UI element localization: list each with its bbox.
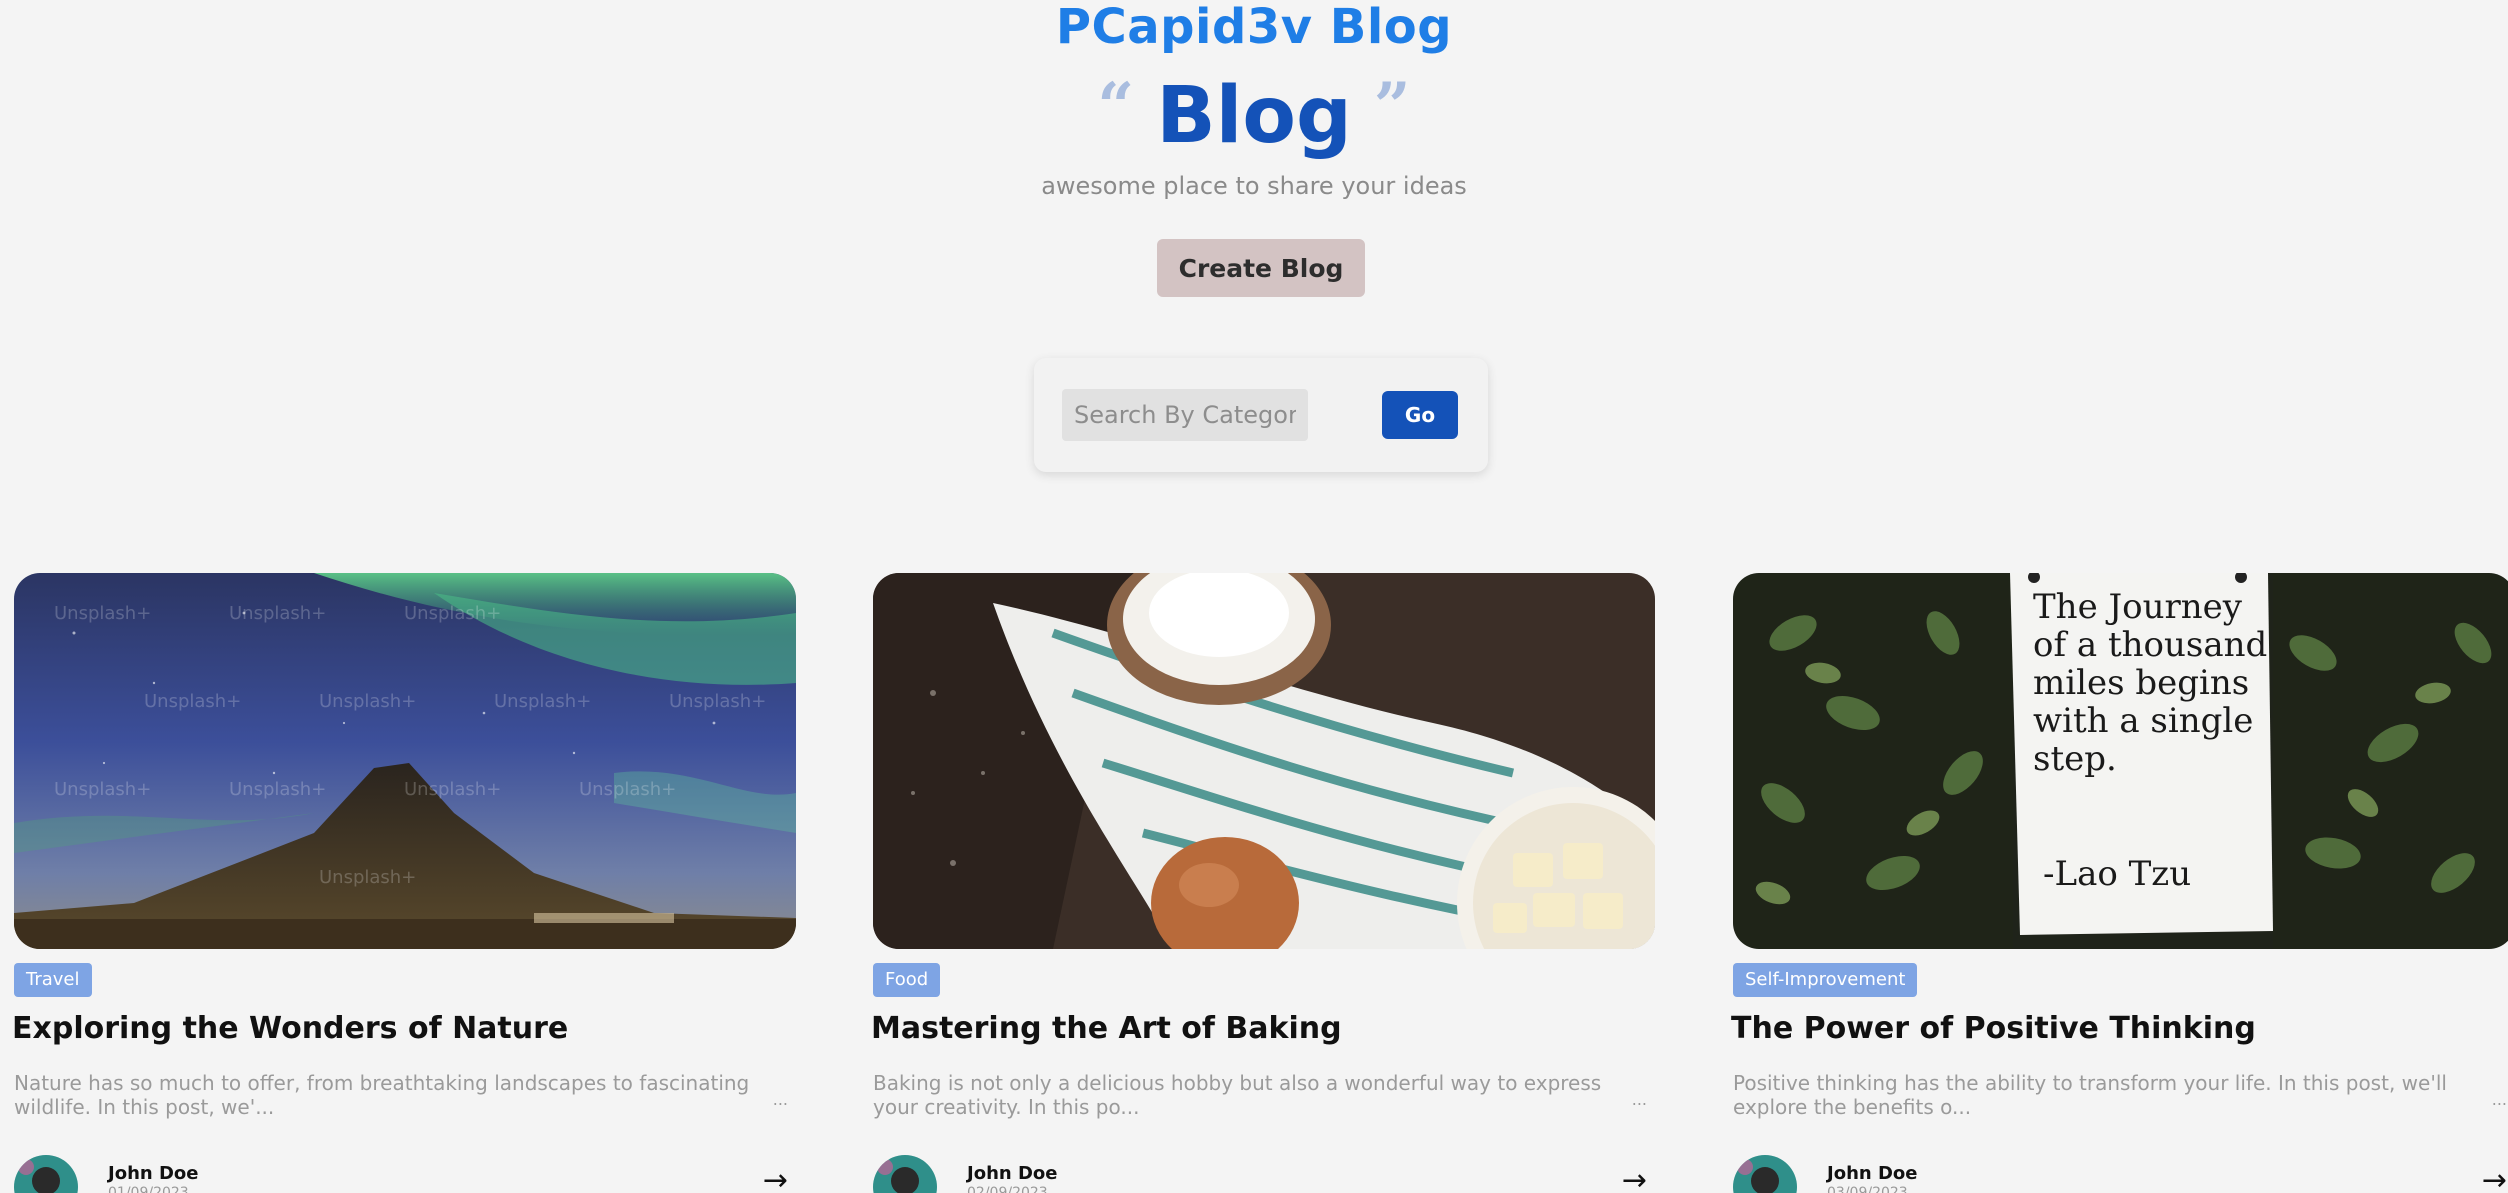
watermark-text: Unsplash+ [229,779,326,800]
post-title[interactable]: Mastering the Art of Baking [871,1011,1342,1046]
post-title[interactable]: The Power of Positive Thinking [1731,1011,2256,1046]
post-card-food[interactable]: Food Mastering the Art of Baking Baking … [871,573,1655,1193]
close-quote-icon: ” [1373,69,1411,144]
post-image-baking[interactable] [873,573,1655,949]
watermark-text: Unsplash+ [404,603,501,624]
post-excerpt: Positive thinking has the ability to tra… [1733,1071,2447,1119]
sign-line: -Lao Tzu [2043,854,2191,894]
author-name: John Doe [967,1163,1058,1184]
author-avatar [14,1155,78,1193]
post-card-travel[interactable]: Unsplash+ Unsplash+ Unsplash+ Unsplash+ … [12,573,796,1193]
author-name: John Doe [108,1163,199,1184]
tagline: awesome place to share your ideas [1041,172,1467,200]
watermark-text: Unsplash+ [494,691,591,712]
sign-line: The Journey [2033,587,2243,627]
watermark-text: Unsplash+ [319,867,416,888]
read-more-arrow-icon[interactable]: → [763,1163,788,1193]
open-quote-icon: “ [1097,69,1135,144]
watermark-text: Unsplash+ [54,603,151,624]
blog-page: PCapid3v Blog “ Blog ” awesome place to sh… [0,0,2508,1193]
hero-title-text: Blog [1156,71,1352,161]
post-image-quote-sign[interactable]: The Journey of a thousand miles begins w… [1733,573,2508,949]
post-title[interactable]: Exploring the Wonders of Nature [12,1011,568,1046]
author-avatar [873,1155,937,1193]
author-name: John Doe [1827,1163,1918,1184]
category-badge[interactable]: Self-Improvement [1733,963,1918,997]
post-image-aurora[interactable]: Unsplash+ Unsplash+ Unsplash+ Unsplash+ … [14,573,796,949]
post-date: 03/09/2023 [1827,1185,1908,1193]
more-ellipsis: ... [1631,1090,1647,1109]
watermark-text: Unsplash+ [319,691,416,712]
more-ellipsis: ... [772,1090,788,1109]
watermark-text: Unsplash+ [229,603,326,624]
read-more-arrow-icon[interactable]: → [1622,1163,1647,1193]
more-ellipsis: ... [2491,1090,2507,1109]
search-card: Go [1034,358,1488,472]
watermark-text: Unsplash+ [144,691,241,712]
post-date: 01/09/2023 [108,1185,189,1193]
watermark-text: Unsplash+ [54,779,151,800]
search-input[interactable] [1062,389,1308,441]
category-badge[interactable]: Food [873,963,941,997]
create-blog-button[interactable]: Create Blog [1157,239,1365,297]
sign-line: with a single [2033,701,2253,741]
read-more-arrow-icon[interactable]: → [2482,1163,2507,1193]
sign-line: of a thousand [2033,625,2267,665]
author-avatar [1733,1155,1797,1193]
post-date: 02/09/2023 [967,1185,1048,1193]
watermark-text: Unsplash+ [404,779,501,800]
category-badge[interactable]: Travel [14,963,92,997]
site-brand[interactable]: PCapid3v Blog [0,0,2508,54]
watermark-text: Unsplash+ [579,779,676,800]
hero-title: “ Blog ” [0,62,2508,161]
post-card-self-improvement[interactable]: The Journey of a thousand miles begins w… [1731,573,2508,1193]
watermark-text: Unsplash+ [669,691,766,712]
post-excerpt: Baking is not only a delicious hobby but… [873,1071,1602,1119]
sign-line: step. [2033,739,2117,779]
post-excerpt: Nature has so much to offer, from breath… [14,1071,750,1119]
sign-line: miles begins [2033,663,2249,703]
go-button[interactable]: Go [1382,391,1458,439]
